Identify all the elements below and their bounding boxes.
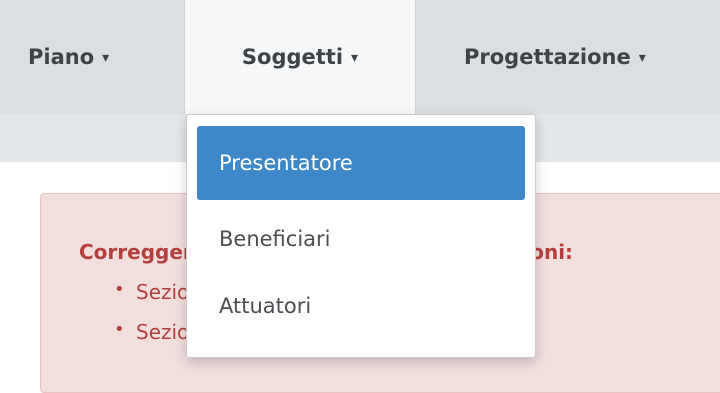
chevron-down-icon: ▾	[102, 50, 110, 66]
chevron-down-icon: ▾	[351, 50, 359, 66]
soggetti-dropdown-menu: Presentatore Beneficiari Attuatori	[186, 114, 536, 358]
nav-piano-label: Piano	[28, 45, 95, 69]
menu-item-presentatore[interactable]: Presentatore	[197, 126, 525, 200]
menu-item-label: Beneficiari	[219, 227, 331, 251]
menu-item-label: Attuatori	[219, 294, 312, 318]
nav-progettazione[interactable]: Progettazione ▾	[464, 0, 646, 114]
nav-soggetti[interactable]: Soggetti ▾	[184, 0, 416, 114]
nav-progettazione-label: Progettazione	[464, 45, 631, 69]
chevron-down-icon: ▾	[638, 50, 646, 66]
menu-item-beneficiari[interactable]: Beneficiari	[197, 202, 525, 276]
top-navbar: Piano ▾ Soggetti ▾ Progettazione ▾	[0, 0, 720, 114]
menu-item-label: Presentatore	[219, 151, 353, 175]
nav-soggetti-label: Soggetti	[241, 45, 344, 69]
nav-piano[interactable]: Piano ▾	[28, 0, 109, 114]
menu-item-attuatori[interactable]: Attuatori	[197, 269, 525, 343]
